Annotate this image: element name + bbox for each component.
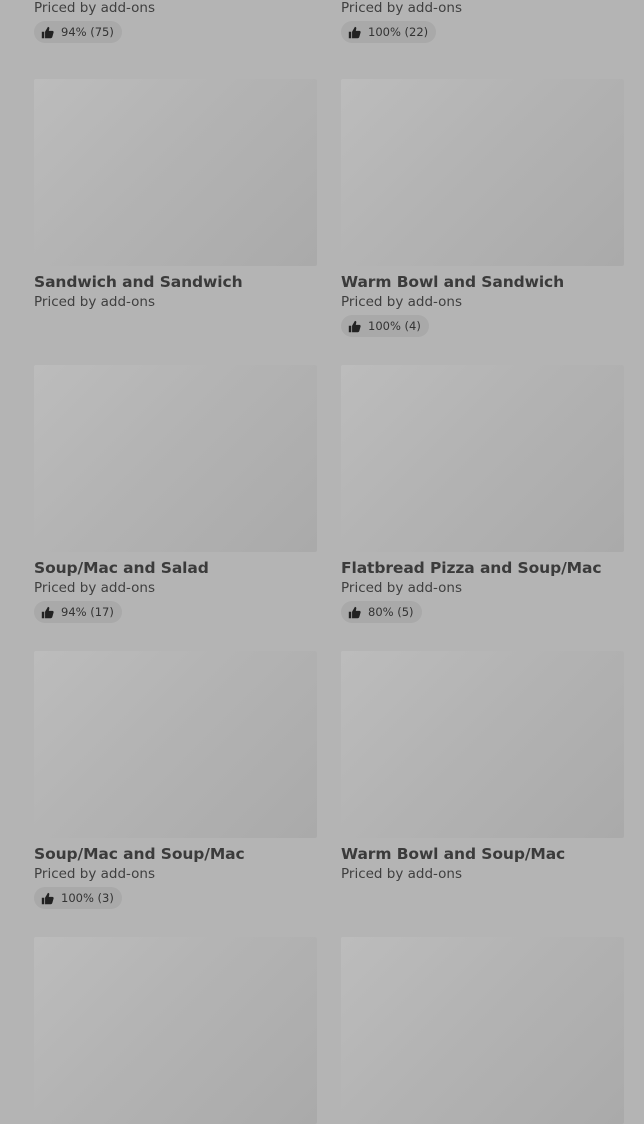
menu-item-image[interactable] bbox=[341, 79, 624, 266]
rating-text: 100% (4) bbox=[368, 319, 421, 333]
menu-item-price: Priced by add-ons bbox=[341, 294, 463, 310]
thumbs-up-icon bbox=[348, 26, 361, 39]
rating-badge: 94% (75) bbox=[34, 21, 122, 43]
menu-item-card[interactable] bbox=[34, 937, 317, 1124]
menu-item-price: Priced by add-ons bbox=[341, 0, 463, 16]
menu-item-image[interactable] bbox=[34, 365, 317, 552]
menu-item-card[interactable] bbox=[341, 937, 624, 1124]
menu-item-image[interactable] bbox=[34, 937, 317, 1124]
menu-item-card[interactable]: Warm Bowl and Soup/Mac Priced by add-ons bbox=[341, 651, 624, 883]
menu-item-name[interactable]: Warm Bowl and Soup/Mac bbox=[341, 843, 624, 865]
rating-badge: 100% (22) bbox=[341, 21, 437, 43]
rating-badge: 100% (3) bbox=[34, 887, 122, 909]
rating-badge: 80% (5) bbox=[341, 601, 422, 623]
menu-item-price: Priced by add-ons bbox=[34, 866, 156, 882]
menu-item-price: Priced by add-ons bbox=[34, 580, 156, 596]
menu-item-card[interactable]: Sandwich and Sandwich Priced by add-ons bbox=[34, 79, 317, 311]
menu-item-name[interactable]: Warm Bowl and Sandwich bbox=[341, 271, 624, 293]
rating-text: 100% (22) bbox=[368, 25, 429, 39]
menu-item-card[interactable]: Priced by add-ons 94% (75) bbox=[34, 0, 317, 43]
menu-item-name[interactable]: Flatbread Pizza and Soup/Mac bbox=[341, 557, 624, 579]
menu-item-image[interactable] bbox=[34, 79, 317, 266]
menu-item-name[interactable]: Soup/Mac and Salad bbox=[34, 557, 317, 579]
thumbs-up-icon bbox=[348, 606, 361, 619]
menu-item-price: Priced by add-ons bbox=[34, 0, 156, 16]
rating-text: 100% (3) bbox=[61, 891, 114, 905]
thumbs-up-icon bbox=[348, 320, 361, 333]
rating-badge: 100% (4) bbox=[341, 315, 429, 337]
menu-item-image[interactable] bbox=[341, 651, 624, 838]
menu-item-card[interactable]: Warm Bowl and Sandwich Priced by add-ons… bbox=[341, 79, 624, 337]
thumbs-up-icon bbox=[41, 606, 54, 619]
menu-item-name[interactable]: Soup/Mac and Soup/Mac bbox=[34, 843, 317, 865]
rating-text: 80% (5) bbox=[368, 605, 414, 619]
menu-item-card[interactable]: Soup/Mac and Salad Priced by add-ons 94%… bbox=[34, 365, 317, 623]
menu-item-image[interactable] bbox=[341, 365, 624, 552]
menu-item-card[interactable]: Soup/Mac and Soup/Mac Priced by add-ons … bbox=[34, 651, 317, 909]
rating-text: 94% (17) bbox=[61, 605, 114, 619]
rating-badge: 94% (17) bbox=[34, 601, 122, 623]
thumbs-up-icon bbox=[41, 892, 54, 905]
menu-item-price: Priced by add-ons bbox=[34, 294, 156, 310]
menu-item-image[interactable] bbox=[34, 651, 317, 838]
menu-item-name[interactable]: Sandwich and Sandwich bbox=[34, 271, 317, 293]
thumbs-up-icon bbox=[41, 26, 54, 39]
menu-item-price: Priced by add-ons bbox=[341, 580, 463, 596]
menu-item-card[interactable]: Flatbread Pizza and Soup/Mac Priced by a… bbox=[341, 365, 624, 623]
menu-item-price: Priced by add-ons bbox=[341, 866, 463, 882]
menu-item-card[interactable]: Priced by add-ons 100% (22) bbox=[341, 0, 624, 43]
menu-item-image[interactable] bbox=[341, 937, 624, 1124]
rating-text: 94% (75) bbox=[61, 25, 114, 39]
